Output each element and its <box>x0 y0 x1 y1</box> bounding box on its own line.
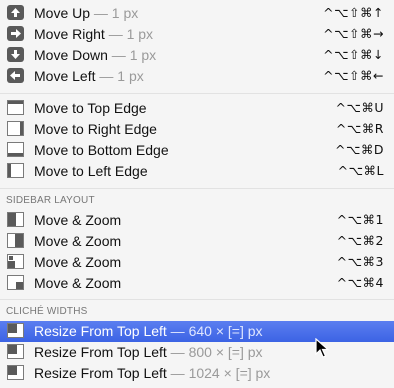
keyboard-shortcut: ^⌥⌘R <box>335 121 384 136</box>
menu-separator <box>0 188 394 189</box>
menu-item-resize-640[interactable]: Resize From Top Left — 640 × [=] px <box>0 321 394 342</box>
menu-item-label: Move & Zoom <box>34 254 122 270</box>
menu-item-step: — 1 px <box>107 47 157 63</box>
mouse-pointer-icon <box>315 338 330 358</box>
menu-item-label: Move Down <box>34 47 108 63</box>
menu-item-move-right[interactable]: Move Right — 1 px ^⌥⇧⌘→ <box>0 24 394 45</box>
menu-item-move-down[interactable]: Move Down — 1 px ^⌥⇧⌘↓ <box>0 45 394 66</box>
sidebar-bottom-left-icon <box>7 254 24 269</box>
arrow-right-icon <box>7 26 24 41</box>
menu-item-label: Move to Right Edge <box>34 121 157 137</box>
menu-item-label: Resize From Top Left <box>34 365 167 381</box>
resize-top-left-icon <box>7 344 24 359</box>
menu-item-size: — 800 × [=] px <box>166 344 263 360</box>
menu-item-label: Move & Zoom <box>34 233 122 249</box>
keyboard-shortcut: ^⌥⇧⌘↓ <box>323 47 384 62</box>
right-edge-icon <box>7 121 24 136</box>
menu-item-step: — 1 px <box>90 5 139 21</box>
keyboard-shortcut: ^⌥⌘3 <box>336 254 384 269</box>
keyboard-shortcut: ^⌥⇧⌘↑ <box>323 5 384 20</box>
menu-item-label: Move & Zoom <box>34 212 122 228</box>
arrow-left-icon <box>7 68 24 83</box>
menu-item-move-zoom-4[interactable]: Move & Zoom ^⌥⌘4 <box>0 273 394 294</box>
keyboard-shortcut: ^⌥⌘2 <box>336 233 384 248</box>
sidebar-top-left-icon <box>7 212 24 227</box>
menu-item-size: — 1024 × [=] px <box>166 365 271 381</box>
section-header-sidebar-layout: SIDEBAR LAYOUT <box>6 195 95 206</box>
menu-separator <box>0 299 394 300</box>
menu-item-move-left[interactable]: Move Left — 1 px ^⌥⇧⌘← <box>0 66 394 87</box>
menu-item-move-up[interactable]: Move Up — 1 px ^⌥⇧⌘↑ <box>0 3 394 24</box>
window-menu: Move Up — 1 px ^⌥⇧⌘↑ Move Right — 1 px ^… <box>0 0 394 388</box>
menu-item-label: Resize From Top Left <box>34 344 167 360</box>
menu-item-label: Resize From Top Left <box>34 323 167 339</box>
resize-top-left-icon <box>7 323 24 338</box>
keyboard-shortcut: ^⌥⇧⌘← <box>323 68 384 83</box>
menu-item-label: Move to Top Edge <box>34 100 147 116</box>
keyboard-shortcut: ^⌥⌘U <box>335 100 384 115</box>
keyboard-shortcut: ^⌥⌘L <box>337 163 384 178</box>
menu-separator <box>0 93 394 94</box>
menu-item-move-bottom-edge[interactable]: Move to Bottom Edge ^⌥⌘D <box>0 140 394 161</box>
keyboard-shortcut: ^⌥⌘1 <box>336 212 384 227</box>
section-header-cliche-widths: CLICHÉ WIDTHS <box>6 306 88 317</box>
keyboard-shortcut: ^⌥⇧⌘→ <box>323 26 384 41</box>
arrow-up-icon <box>7 5 24 20</box>
left-edge-icon <box>7 163 24 178</box>
menu-item-move-top-edge[interactable]: Move to Top Edge ^⌥⌘U <box>0 98 394 119</box>
arrow-down-icon <box>7 47 24 62</box>
menu-item-label: Move & Zoom <box>34 275 122 291</box>
menu-item-label: Move to Left Edge <box>34 163 148 179</box>
bottom-edge-icon <box>7 142 24 157</box>
resize-top-left-icon <box>7 365 24 380</box>
menu-item-move-zoom-2[interactable]: Move & Zoom ^⌥⌘2 <box>0 231 394 252</box>
menu-item-label: Move Up <box>34 5 91 21</box>
menu-item-size: — 640 × [=] px <box>166 323 263 339</box>
keyboard-shortcut: ^⌥⌘4 <box>336 275 384 290</box>
menu-item-move-left-edge[interactable]: Move to Left Edge ^⌥⌘L <box>0 161 394 182</box>
sidebar-top-right-icon <box>7 233 24 248</box>
top-edge-icon <box>7 100 24 115</box>
menu-item-label: Move Right <box>34 26 105 42</box>
menu-item-label: Move Left <box>34 68 96 84</box>
menu-item-resize-1024[interactable]: Resize From Top Left — 1024 × [=] px <box>0 363 394 384</box>
menu-item-label: Move to Bottom Edge <box>34 142 169 158</box>
sidebar-bottom-right-icon <box>7 275 24 290</box>
menu-item-step: — 1 px <box>95 68 144 84</box>
menu-item-move-zoom-1[interactable]: Move & Zoom ^⌥⌘1 <box>0 210 394 231</box>
menu-item-move-zoom-3[interactable]: Move & Zoom ^⌥⌘3 <box>0 252 394 273</box>
keyboard-shortcut: ^⌥⌘D <box>334 142 384 157</box>
menu-item-step: — 1 px <box>104 26 154 42</box>
menu-item-resize-800[interactable]: Resize From Top Left — 800 × [=] px <box>0 342 394 363</box>
menu-item-move-right-edge[interactable]: Move to Right Edge ^⌥⌘R <box>0 119 394 140</box>
